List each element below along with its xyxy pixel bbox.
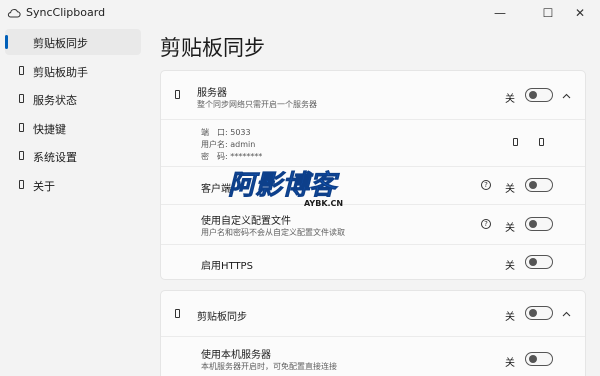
sync-card: 剪贴板同步 关 使用本机服务器 本机服务器开启时，可免配置直接连接 关 — [160, 290, 586, 376]
edit-icon[interactable] — [513, 138, 518, 146]
settings-icon — [19, 151, 24, 160]
server-state-label: 关 — [505, 94, 515, 105]
custom-config-state-label: 关 — [505, 223, 515, 234]
https-state-label: 关 — [505, 261, 515, 272]
server-details: 端 口: 5033 用户名: admin 密 码: ******** — [161, 119, 585, 166]
sidebar-item-about[interactable]: 关于 — [5, 172, 141, 198]
active-indicator — [5, 35, 8, 49]
client-state-label: 关 — [505, 184, 515, 195]
sidebar-item-label: 关于 — [33, 180, 55, 193]
service-status-icon — [19, 94, 24, 103]
chevron-up-icon[interactable] — [562, 310, 571, 319]
sidebar-item-label: 快捷键 — [33, 123, 66, 136]
help-icon[interactable]: ? — [481, 180, 491, 190]
server-title: 服务器 — [197, 88, 227, 99]
https-title: 启用HTTPS — [201, 261, 253, 272]
client-toggle[interactable] — [525, 178, 553, 192]
sidebar-item-service-status[interactable]: 服务状态 — [5, 86, 141, 112]
server-header[interactable]: 服务器 整个同步网络只需开启一个服务器 关 — [161, 71, 585, 119]
watermark-subtext: AYBK.CN — [304, 199, 343, 208]
clipboard-assistant-icon — [19, 66, 24, 75]
local-server-toggle[interactable] — [525, 352, 553, 366]
server-icon — [175, 90, 180, 99]
hotkey-icon — [19, 123, 24, 132]
sidebar-item-settings[interactable]: 系统设置 — [5, 143, 141, 169]
custom-config-row: 使用自定义配置文件 用户名和密码不会从自定义配置文件读取 ? 关 — [161, 204, 585, 244]
https-row: 启用HTTPS 关 — [161, 244, 585, 280]
server-toggle[interactable] — [525, 88, 553, 102]
minimize-button[interactable]: — — [480, 0, 520, 26]
sidebar-item-label: 系统设置 — [33, 151, 77, 164]
page-title: 剪贴板同步 — [160, 36, 265, 60]
clipboard-sync-icon — [175, 309, 180, 318]
sync-title: 剪贴板同步 — [197, 312, 247, 323]
server-subtitle: 整个同步网络只需开启一个服务器 — [197, 100, 317, 109]
username-value: 用户名: admin — [201, 140, 256, 149]
sidebar-item-hotkey[interactable]: 快捷键 — [5, 115, 141, 141]
help-icon[interactable]: ? — [481, 219, 491, 229]
close-button[interactable]: ✕ — [560, 0, 600, 26]
maximize-icon: ☐ — [542, 6, 554, 20]
close-icon: ✕ — [574, 6, 586, 20]
chevron-up-icon[interactable] — [562, 92, 571, 101]
custom-config-subtitle: 用户名和密码不会从自定义配置文件读取 — [201, 228, 345, 237]
sidebar-item-clipboard-assistant[interactable]: 剪贴板助手 — [5, 58, 141, 84]
app-title: SyncClipboard — [26, 6, 106, 19]
port-value: 端 口: 5033 — [201, 128, 251, 137]
copy-icon[interactable] — [539, 138, 544, 146]
watermark-logo: 阿影博客 AYBK.CN — [228, 170, 344, 208]
sidebar: 剪贴板同步 剪贴板助手 服务状态 快捷键 系统设置 关于 — [0, 28, 146, 376]
https-toggle[interactable] — [525, 255, 553, 269]
sidebar-item-label: 剪贴板助手 — [33, 66, 88, 79]
local-server-row: 使用本机服务器 本机服务器开启时，可免配置直接连接 关 — [161, 336, 585, 376]
local-server-state-label: 关 — [505, 358, 515, 369]
sidebar-item-label: 服务状态 — [33, 94, 77, 107]
watermark-text: 阿影博客 — [228, 170, 340, 201]
sync-header[interactable]: 剪贴板同步 关 — [161, 291, 585, 336]
local-server-subtitle: 本机服务器开启时，可免配置直接连接 — [201, 362, 337, 371]
sidebar-item-label: 剪贴板同步 — [33, 37, 88, 50]
custom-config-toggle[interactable] — [525, 217, 553, 231]
sync-toggle[interactable] — [525, 306, 553, 320]
password-value: 密 码: ******** — [201, 152, 263, 161]
about-icon — [19, 180, 24, 189]
title-bar: SyncClipboard — ☐ ✕ — [0, 0, 600, 26]
sync-state-label: 关 — [505, 312, 515, 323]
sidebar-item-clipboard-sync[interactable]: 剪贴板同步 — [5, 29, 141, 55]
cloud-sync-icon — [7, 9, 21, 18]
minimize-icon: — — [494, 6, 506, 20]
custom-config-title: 使用自定义配置文件 — [201, 216, 291, 227]
local-server-title: 使用本机服务器 — [201, 350, 271, 361]
